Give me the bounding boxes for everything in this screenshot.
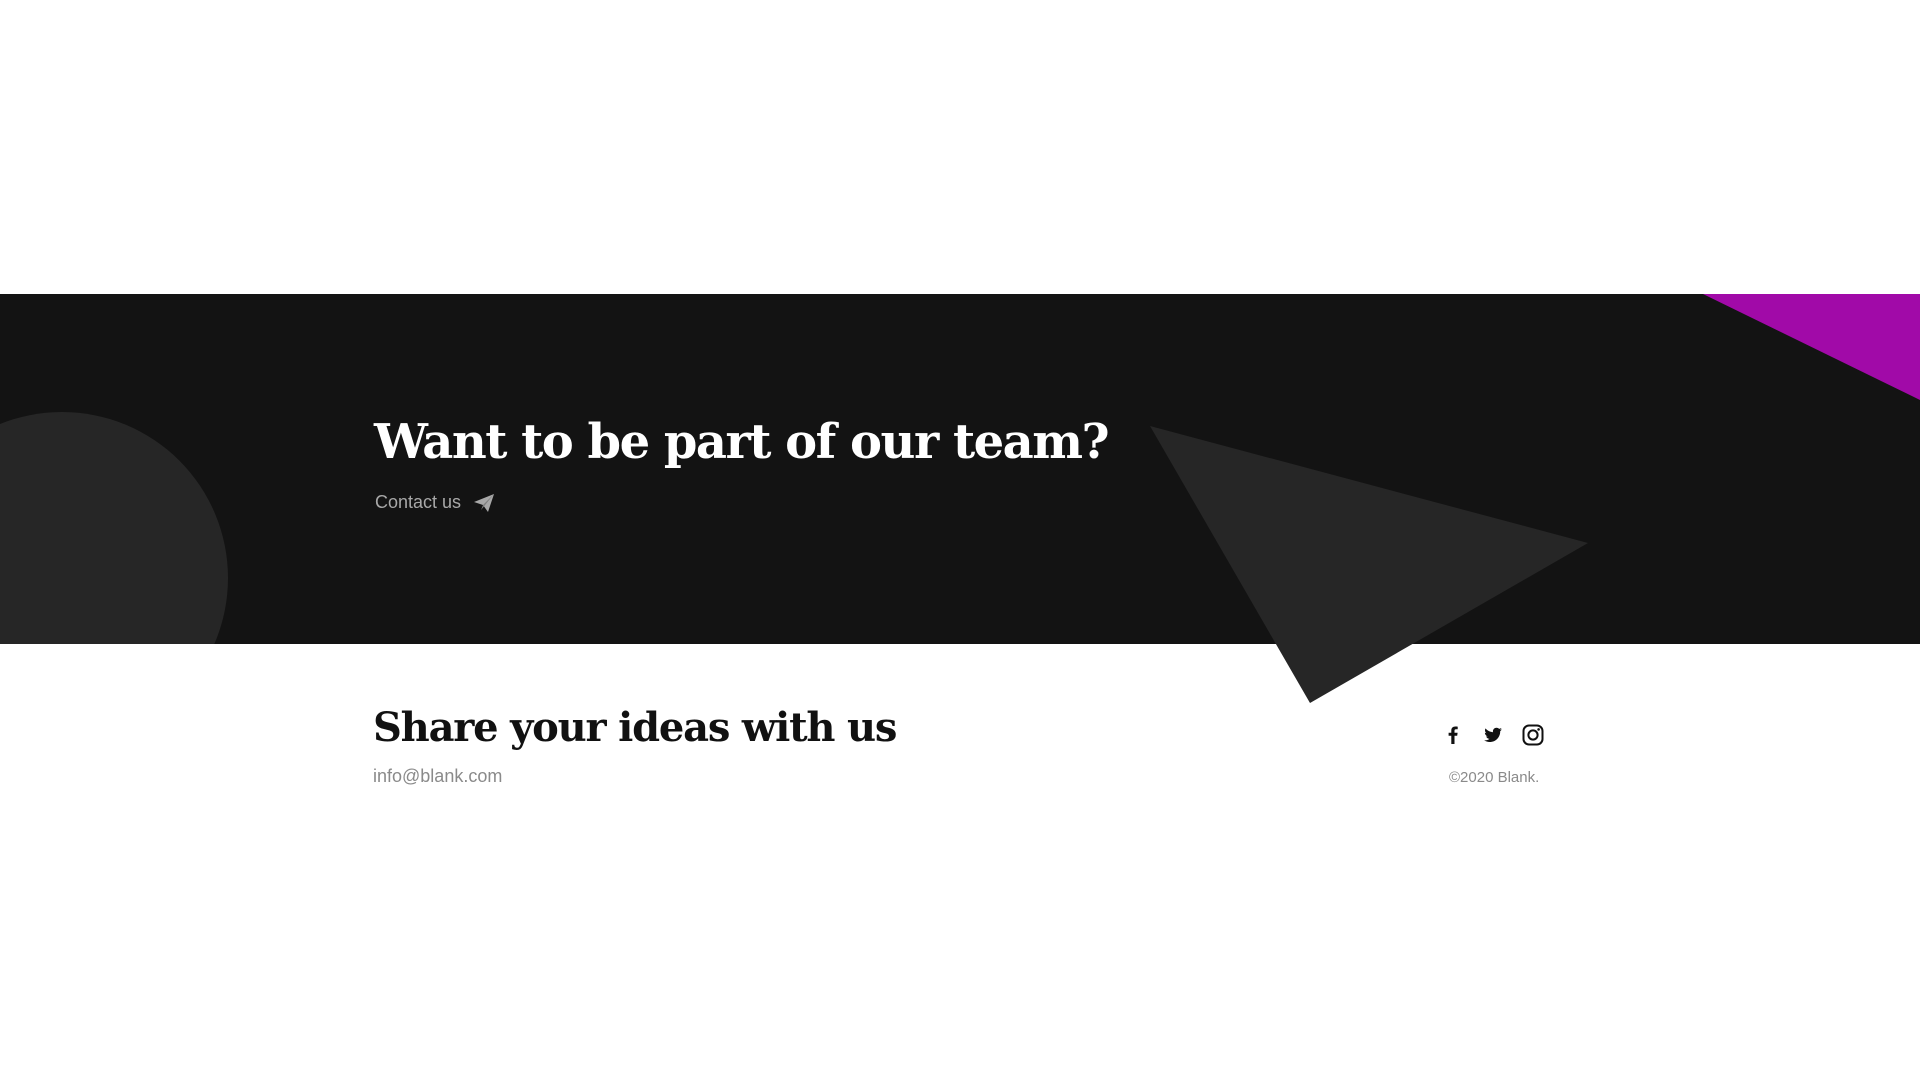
paper-plane-icon bbox=[473, 493, 495, 513]
copyright-text: ©2020 Blank. bbox=[1449, 769, 1540, 786]
cta-title: Want to be part of our team? bbox=[374, 414, 1110, 470]
twitter-icon bbox=[1480, 722, 1506, 748]
instagram-link[interactable] bbox=[1520, 722, 1546, 748]
footer-title: Share your ideas with us bbox=[373, 704, 897, 751]
social-links bbox=[1440, 722, 1548, 748]
email-link[interactable]: info@blank.com bbox=[373, 766, 502, 787]
twitter-link[interactable] bbox=[1480, 722, 1506, 748]
page: Want to be part of our team? Contact us … bbox=[0, 0, 1920, 1080]
contact-us-label: Contact us bbox=[375, 492, 462, 512]
facebook-icon bbox=[1440, 722, 1466, 748]
instagram-icon bbox=[1520, 722, 1546, 748]
facebook-link[interactable] bbox=[1440, 722, 1466, 748]
contact-us-link[interactable]: Contact us bbox=[375, 492, 495, 513]
